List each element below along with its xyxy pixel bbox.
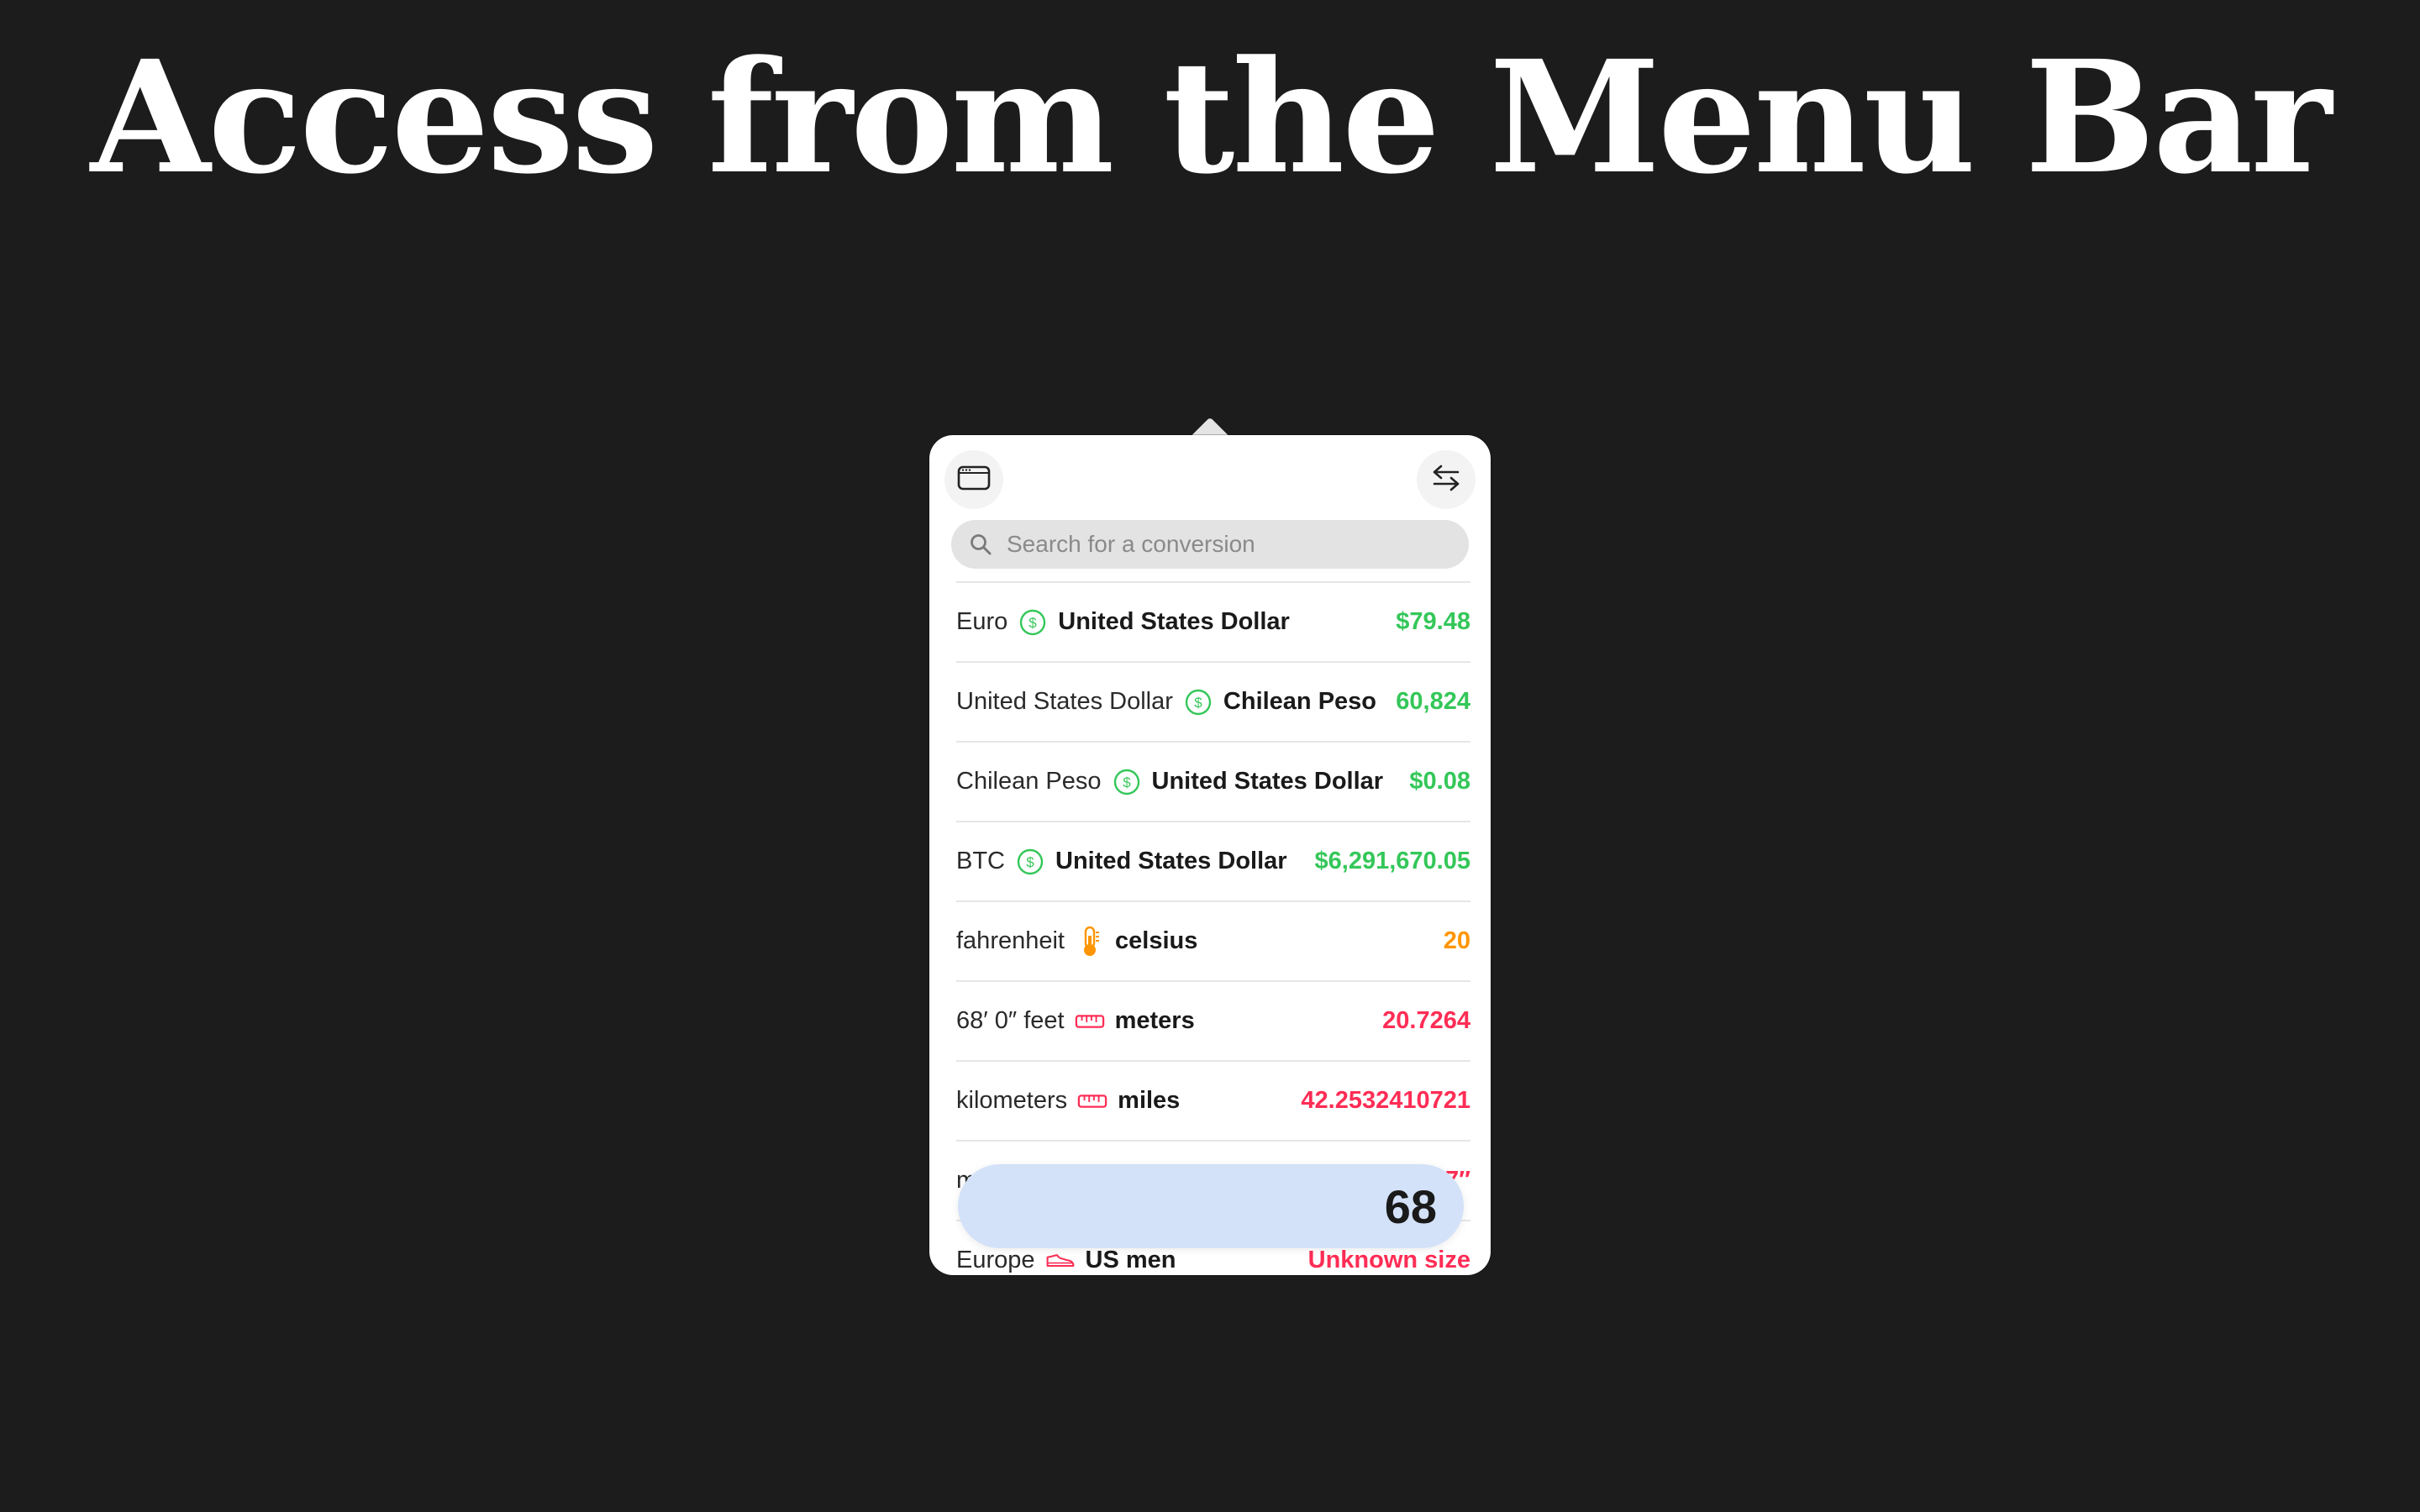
search-input[interactable] xyxy=(1005,530,1445,559)
shoe-icon xyxy=(1045,1246,1076,1276)
target-unit: Chilean Peso xyxy=(1223,688,1377,715)
search-bar xyxy=(951,520,1469,569)
target-unit: United States Dollar xyxy=(1055,848,1287,874)
target-unit: US men xyxy=(1085,1247,1176,1273)
source-unit: Euro xyxy=(956,608,1008,635)
converted-value: 42.2532410721 xyxy=(1301,1087,1470,1114)
target-unit: United States Dollar xyxy=(1151,768,1384,795)
ruler-icon xyxy=(1075,1006,1105,1037)
source-unit: fahrenheit xyxy=(956,927,1065,954)
dollar-circle-icon: $ xyxy=(1183,687,1213,717)
page-headline: Access from the Menu Bar xyxy=(90,27,2333,208)
menu-bar-popover: Euro $ United States Dollar $79.48 Unite… xyxy=(929,435,1491,1275)
value-input-pill xyxy=(958,1164,1464,1248)
ruler-icon xyxy=(1077,1086,1107,1116)
source-unit: Chilean Peso xyxy=(956,768,1102,795)
conversion-row[interactable]: Chilean Peso $ United States Dollar $0.0… xyxy=(956,741,1470,821)
search-icon xyxy=(968,532,993,557)
open-window-button[interactable] xyxy=(944,450,1003,509)
converted-value: $0.08 xyxy=(1409,768,1470,795)
conversion-row[interactable]: kilometers miles 42.2532410721 xyxy=(956,1060,1470,1140)
dollar-circle-icon: $ xyxy=(1015,847,1045,877)
svg-text:$: $ xyxy=(1026,854,1034,870)
swap-units-button[interactable] xyxy=(1417,450,1476,509)
target-unit: meters xyxy=(1114,1007,1195,1034)
source-unit: BTC xyxy=(956,848,1005,874)
conversion-row[interactable]: fahrenheit celsius 20 xyxy=(956,900,1470,980)
source-unit: 68′ 0″ feet xyxy=(956,1007,1065,1034)
converted-value: 60,824 xyxy=(1396,688,1470,715)
converted-value: 20.7264 xyxy=(1382,1007,1470,1034)
source-unit: kilometers xyxy=(956,1087,1068,1114)
source-unit: Europe xyxy=(956,1247,1035,1273)
converted-value: 20 xyxy=(1443,927,1470,954)
target-unit: celsius xyxy=(1115,927,1198,954)
thermometer-icon xyxy=(1075,926,1105,957)
window-icon xyxy=(957,465,991,496)
conversion-row[interactable]: BTC $ United States Dollar $6,291,670.05 xyxy=(956,821,1470,900)
converted-value: $6,291,670.05 xyxy=(1314,848,1470,874)
svg-text:$: $ xyxy=(1123,774,1131,790)
target-unit: United States Dollar xyxy=(1058,608,1290,635)
conversion-row[interactable]: United States Dollar $ Chilean Peso 60,8… xyxy=(956,661,1470,741)
conversion-row[interactable]: 68′ 0″ feet meters 20.7264 xyxy=(956,980,1470,1060)
dollar-circle-icon: $ xyxy=(1018,607,1048,638)
value-input[interactable] xyxy=(1099,1176,1439,1236)
svg-text:$: $ xyxy=(1194,695,1202,711)
source-unit: United States Dollar xyxy=(956,688,1173,715)
svg-text:$: $ xyxy=(1029,615,1038,631)
dollar-circle-icon: $ xyxy=(1112,767,1142,797)
conversion-row[interactable]: Euro $ United States Dollar $79.48 xyxy=(956,581,1470,661)
converted-value: Unknown size xyxy=(1307,1247,1470,1273)
swap-arrows-icon xyxy=(1429,461,1463,499)
target-unit: miles xyxy=(1118,1087,1181,1114)
converted-value: $79.48 xyxy=(1396,608,1470,635)
